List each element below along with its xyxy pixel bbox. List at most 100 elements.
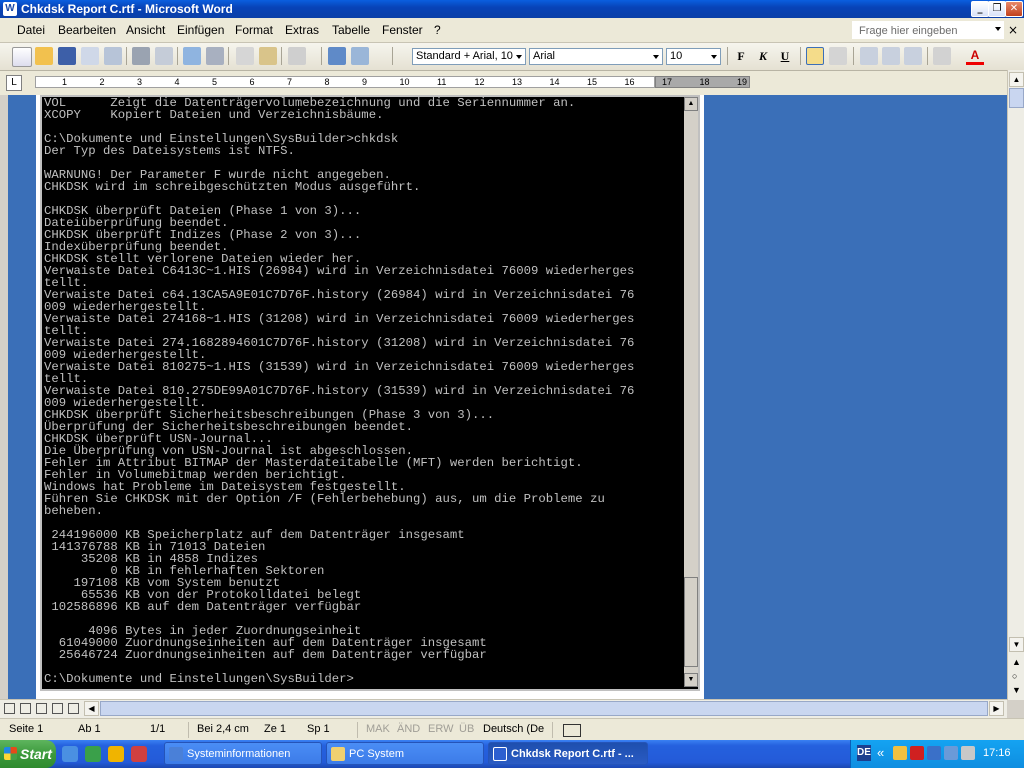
status-language[interactable]: Deutsch (De — [483, 723, 544, 735]
previous-page-icon[interactable]: ▲ — [1012, 657, 1021, 667]
numbering-icon[interactable] — [860, 47, 878, 65]
ruler[interactable]: L 1 2 3 4 5 6 7 8 9 10 11 12 13 14 15 16 17 18 19 — [0, 71, 1024, 95]
language-indicator[interactable]: DE — [857, 745, 871, 761]
volume-icon[interactable] — [961, 746, 975, 760]
antivirus-icon[interactable] — [910, 746, 924, 760]
table-icon[interactable] — [351, 47, 369, 65]
permission-icon[interactable] — [81, 47, 99, 65]
help-search-input[interactable]: Frage hier eingeben — [852, 21, 1004, 39]
arrow-down-icon: ▼ — [684, 673, 698, 687]
undo-icon[interactable] — [288, 47, 306, 65]
minimize-icon[interactable]: _ — [971, 1, 989, 17]
arrow-up-icon[interactable]: ▲ — [1009, 72, 1024, 87]
chevron-down-icon[interactable] — [513, 49, 525, 64]
menu-tabelle[interactable]: Tabelle — [332, 23, 370, 37]
start-button[interactable]: Start — [0, 740, 56, 768]
hyperlink-icon[interactable] — [328, 47, 346, 65]
opera-icon[interactable] — [131, 746, 147, 762]
spelling-icon[interactable] — [183, 47, 201, 65]
task-systeminformationen[interactable]: Systeminformationen — [164, 742, 322, 765]
reading-view-icon[interactable] — [68, 703, 79, 714]
status-extend[interactable]: ERW — [428, 723, 453, 735]
font-select[interactable]: Arial — [529, 48, 663, 65]
menu-ansicht[interactable]: Ansicht — [126, 23, 165, 37]
next-page-icon[interactable]: ▼ — [1012, 685, 1021, 695]
style-select[interactable]: Standard + Arial, 10 — [412, 48, 526, 65]
menu-einfuegen[interactable]: Einfügen — [177, 23, 224, 37]
menu-bearbeiten[interactable]: Bearbeiten — [58, 23, 116, 37]
status-divider — [357, 722, 358, 738]
close-icon[interactable]: ✕ — [1005, 1, 1023, 17]
print-layout-icon[interactable] — [36, 703, 47, 714]
copy-icon[interactable] — [236, 47, 254, 65]
italic-button[interactable]: K — [754, 48, 772, 65]
research-icon[interactable] — [206, 47, 224, 65]
font-size-select[interactable]: 10 — [666, 48, 721, 65]
menu-help[interactable]: ? — [434, 23, 441, 37]
toolbar-separator — [853, 47, 854, 65]
style-value: Standard + Arial, 10 — [416, 50, 513, 62]
font-color-button[interactable]: A — [966, 48, 984, 65]
menu-extras[interactable]: Extras — [285, 23, 319, 37]
paste-icon[interactable] — [259, 47, 277, 65]
document-close-icon[interactable]: × — [1008, 23, 1018, 37]
status-divider — [188, 722, 189, 738]
ie-icon[interactable] — [62, 746, 78, 762]
normal-view-icon[interactable] — [4, 703, 15, 714]
restore-icon[interactable]: ❐ — [988, 1, 1006, 17]
spelling-status-icon[interactable] — [563, 724, 581, 737]
task-chkdsk-report[interactable]: Chkdsk Report C.rtf - ... — [488, 742, 648, 765]
network-status-icon[interactable] — [927, 746, 941, 760]
vertical-scrollbar[interactable]: ▲ ▼ ▲ ○ ▼ — [1007, 70, 1024, 700]
border-icon[interactable] — [933, 47, 951, 65]
media-player-icon[interactable] — [108, 746, 124, 762]
arrow-left-icon[interactable]: ◀ — [84, 701, 99, 716]
browse-object-icon[interactable]: ○ — [1012, 671, 1017, 681]
ruler-tick-label: 7 — [287, 77, 293, 87]
chevron-down-icon[interactable] — [708, 49, 720, 64]
save-icon[interactable] — [58, 47, 76, 65]
status-macro[interactable]: MAK — [366, 723, 390, 735]
status-column: Sp 1 — [307, 723, 330, 735]
network-icon[interactable] — [85, 746, 101, 762]
console-output: VOL Zeigt die Datenträgervolumebezeichnu… — [44, 97, 635, 686]
align-center-icon[interactable] — [829, 47, 847, 65]
web-view-icon[interactable] — [20, 703, 31, 714]
bold-button[interactable]: F — [732, 48, 750, 65]
word-app-icon[interactable]: W — [3, 2, 17, 16]
status-track-changes[interactable]: ÄND — [397, 723, 420, 735]
print-preview-icon[interactable] — [155, 47, 173, 65]
tray-app-icon[interactable] — [893, 746, 907, 760]
horizontal-scrollbar[interactable]: ◀ ▶ — [0, 699, 1007, 718]
display-icon[interactable] — [944, 746, 958, 760]
ruler-tick-label: 18 — [699, 77, 710, 87]
indent-icon[interactable] — [904, 47, 922, 65]
print-icon[interactable] — [132, 47, 150, 65]
status-overtype[interactable]: ÜB — [459, 723, 474, 735]
task-pc-system[interactable]: PC System — [326, 742, 484, 765]
chevron-down-icon[interactable] — [650, 49, 662, 64]
arrow-up-icon: ▲ — [684, 97, 698, 111]
menu-fenster[interactable]: Fenster — [382, 23, 423, 37]
horizontal-scroll-thumb[interactable] — [100, 701, 988, 716]
font-size-value: 10 — [670, 50, 683, 62]
outline-view-icon[interactable] — [52, 703, 63, 714]
arrow-right-icon[interactable]: ▶ — [989, 701, 1004, 716]
title-bar[interactable]: W Chkdsk Report C.rtf - Microsoft Word _… — [0, 0, 1024, 18]
menu-format[interactable]: Format — [235, 23, 273, 37]
bullets-icon[interactable] — [882, 47, 900, 65]
tab-selector-icon[interactable]: L — [6, 75, 22, 91]
arrow-down-icon[interactable]: ▼ — [1009, 637, 1024, 652]
menu-datei[interactable]: Datei — [17, 23, 45, 37]
email-icon[interactable] — [104, 47, 122, 65]
new-document-icon[interactable] — [12, 47, 32, 67]
ruler-tick-label: 3 — [137, 77, 143, 87]
tray-expand-icon[interactable]: « — [877, 745, 884, 760]
open-folder-icon[interactable] — [35, 47, 53, 65]
scroll-thumb[interactable] — [1009, 88, 1024, 108]
ruler-tick-label: 13 — [512, 77, 523, 87]
align-left-icon[interactable] — [806, 47, 824, 65]
clock[interactable]: 17:16 — [983, 747, 1011, 759]
underline-button[interactable]: U — [776, 48, 794, 65]
chevron-down-icon[interactable] — [995, 27, 1001, 31]
